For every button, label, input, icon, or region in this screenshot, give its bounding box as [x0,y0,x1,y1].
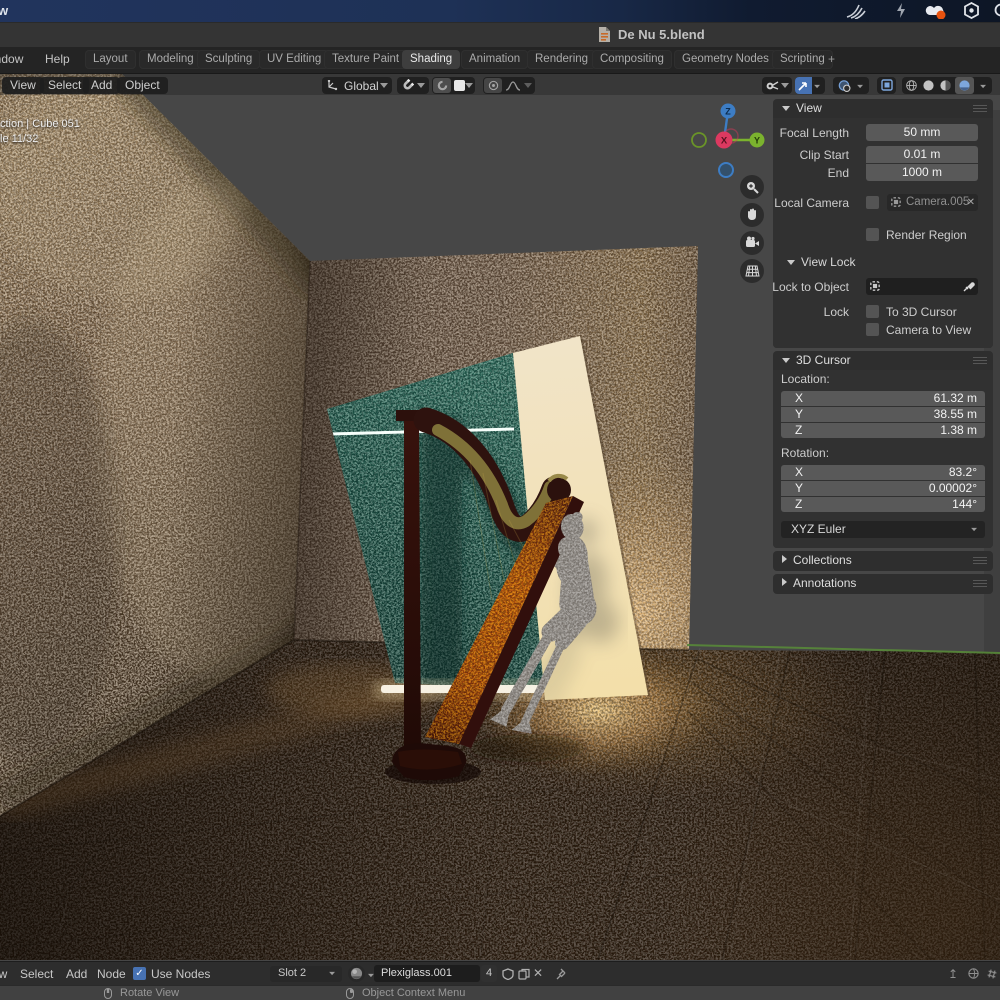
svg-text:X: X [721,136,728,147]
svg-text:Y: Y [754,136,760,146]
svg-text:Z: Z [725,107,731,117]
